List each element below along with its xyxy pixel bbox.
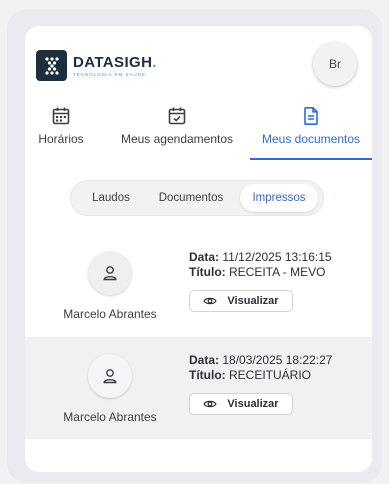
user-icon — [88, 251, 132, 295]
segment-impressos[interactable]: Impressos — [240, 184, 318, 212]
list-item: Marcelo Abrantes Data: 18/03/2025 18:22:… — [25, 337, 372, 439]
avatar-initials: Br — [329, 57, 341, 71]
active-tab-indicator — [250, 158, 372, 160]
brand-logo: DATASIGH. TECNOLOGIA EM SAÚDE — [36, 50, 157, 81]
document-title: Título: RECEITUÁRIO — [189, 368, 312, 382]
tab-meus-agendamentos[interactable]: Meus agendamentos — [117, 106, 237, 160]
documents-card: DATASIGH. TECNOLOGIA EM SAÚDE Br Horário… — [25, 26, 372, 472]
logo-mark-icon — [36, 50, 67, 81]
tab-horarios[interactable]: Horários — [28, 106, 94, 160]
patient-name: Marcelo Abrantes — [63, 410, 157, 424]
user-icon — [88, 354, 132, 398]
brand-name: DATASIGH. — [73, 53, 157, 71]
document-title: Título: RECEITA - MEVO — [189, 265, 326, 279]
segment-laudos[interactable]: Laudos — [79, 184, 143, 212]
segment-documentos[interactable]: Documentos — [149, 184, 233, 212]
view-button-label: Visualizar — [227, 398, 279, 410]
document-type-filter: Laudos Documentos Impressos — [70, 180, 324, 216]
tab-meus-documentos-label: Meus documentos — [261, 132, 361, 146]
patient-name: Marcelo Abrantes — [63, 307, 157, 321]
document-date: Data: 18/03/2025 18:22:27 — [189, 353, 333, 367]
document-date: Data: 11/12/2025 13:16:15 — [189, 250, 332, 264]
list-item: Marcelo Abrantes Data: 11/12/2025 13:16:… — [25, 234, 372, 336]
tab-horarios-label: Horários — [38, 132, 84, 146]
document-icon — [253, 106, 369, 126]
calendar-grid-icon — [28, 106, 94, 126]
main-tabs: Horários Meus agendamentos Meus document… — [25, 106, 372, 160]
view-document-button[interactable]: Visualizar — [189, 290, 293, 312]
calendar-check-icon — [117, 106, 237, 126]
view-button-label: Visualizar — [227, 295, 279, 307]
tab-meus-agendamentos-label: Meus agendamentos — [120, 132, 234, 146]
eye-icon — [203, 297, 218, 305]
user-avatar-button[interactable]: Br — [313, 42, 357, 86]
brand-tagline: TECNOLOGIA EM SAÚDE — [73, 71, 147, 77]
tab-meus-documentos[interactable]: Meus documentos — [253, 106, 369, 160]
eye-icon — [203, 400, 218, 408]
view-document-button[interactable]: Visualizar — [189, 393, 293, 415]
